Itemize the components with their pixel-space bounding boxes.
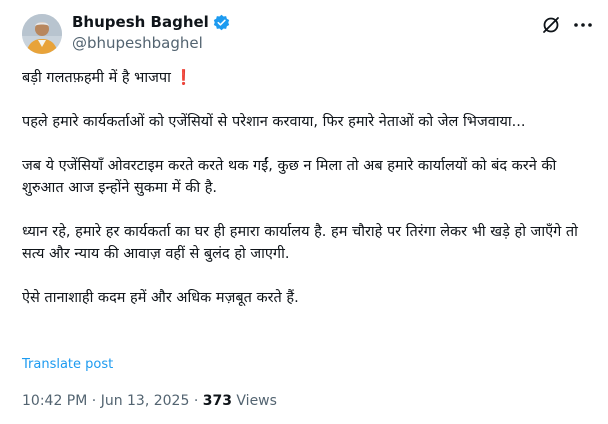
post-meta: 10:42 PM · Jun 13, 2025 · 373 Views: [22, 393, 277, 409]
avatar[interactable]: [22, 14, 62, 54]
post-body: बड़ी गलतफ़हमी में है भाजपा ❗ पहले हमारे क…: [22, 67, 594, 309]
views-label: Views: [236, 393, 277, 409]
post-paragraph: पहले हमारे कार्यकर्ताओं को एजेंसियों से …: [22, 114, 526, 130]
post-paragraph-text: बड़ी गलतफ़हमी में है भाजपा: [22, 70, 171, 86]
more-dots-icon[interactable]: [572, 15, 594, 35]
author-display-name[interactable]: Bhupesh Baghel: [72, 13, 209, 31]
post-paragraph: ऐसे तानाशाही कदम हमें और अधिक मज़बूत करत…: [22, 290, 299, 306]
meta-separator: ·: [193, 393, 199, 409]
post-paragraph: जब ये एजेंसियाँ ओवरटाइम करते करते थक गईं…: [22, 158, 557, 196]
author-handle[interactable]: @bhupeshbaghel: [72, 34, 203, 52]
post-paragraph: बड़ी गलतफ़हमी में है भाजपा ❗: [22, 67, 594, 89]
tweet: Bhupesh Baghel @bhupeshbaghel बड़ी गलतफ़…: [0, 0, 608, 424]
post-date[interactable]: Jun 13, 2025: [101, 393, 190, 409]
views-count: 373: [202, 393, 232, 409]
author-name-row: Bhupesh Baghel: [72, 12, 230, 32]
post-paragraph: ध्यान रहे, हमारे हर कार्यकर्ता का घर ही …: [22, 224, 578, 262]
translate-post-link[interactable]: Translate post: [22, 357, 113, 372]
avatar-photo-icon: [22, 14, 62, 54]
grok-icon[interactable]: [541, 15, 561, 35]
post-time[interactable]: 10:42 PM: [22, 393, 87, 409]
verified-badge-icon: [213, 14, 229, 30]
exclamation-emoji: ❗: [174, 70, 193, 86]
meta-separator: ·: [91, 393, 97, 409]
